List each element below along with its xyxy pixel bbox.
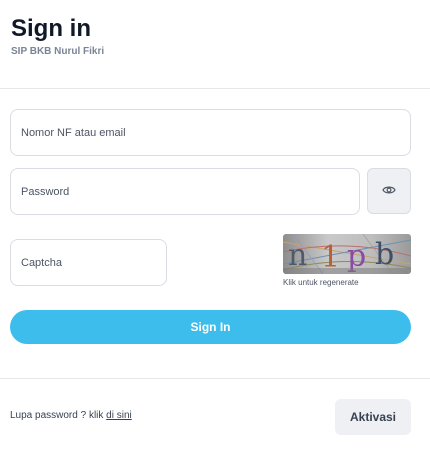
forgot-password-prefix: Lupa password ? klik — [10, 410, 107, 421]
forgot-password-text: Lupa password ? klik di sini — [10, 410, 132, 421]
signin-card: Sign in SIP BKB Nurul Fikri Nomor NF ata… — [0, 0, 430, 449]
eye-icon — [382, 182, 396, 200]
forgot-password-link[interactable]: di sini — [106, 410, 132, 421]
page-subtitle: SIP BKB Nurul Fikri — [11, 46, 105, 57]
header-divider — [0, 88, 430, 89]
captcha-image[interactable]: n 1 p b — [283, 234, 411, 274]
password-visibility-toggle[interactable] — [367, 168, 411, 214]
identity-input[interactable] — [10, 109, 411, 156]
footer-divider — [0, 378, 430, 379]
captcha-hint: Klik untuk regenerate — [283, 278, 359, 287]
svg-text:b: b — [375, 237, 394, 272]
svg-text:n: n — [288, 238, 307, 273]
password-input[interactable] — [10, 168, 360, 215]
header: Sign in SIP BKB Nurul Fikri — [11, 14, 104, 57]
activate-button[interactable]: Aktivasi — [335, 399, 411, 435]
signin-button[interactable]: Sign In — [10, 310, 411, 344]
captcha-input[interactable] — [10, 239, 167, 286]
page-title: Sign in — [11, 15, 91, 42]
